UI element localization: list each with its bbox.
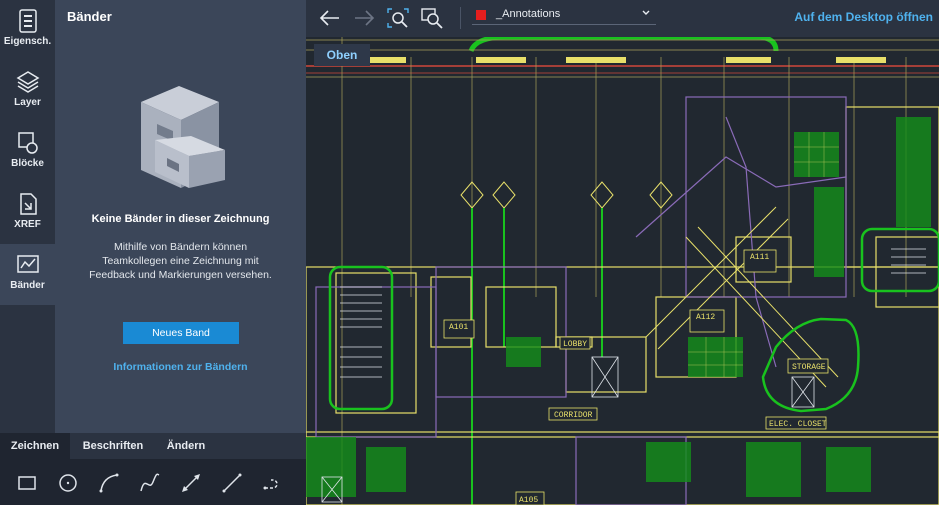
- xref-icon: [19, 193, 37, 215]
- room-label-lobby: LOBBY: [563, 340, 587, 349]
- arc-icon[interactable]: [98, 472, 120, 494]
- drawing-canvas[interactable]: Oben A101 A111 A112 A105 LOBBY CORRIDOR …: [306, 37, 939, 505]
- new-band-button[interactable]: Neues Band: [123, 322, 239, 344]
- top-toolbar: _Annotations Auf dem Desktop öffnen: [306, 0, 939, 37]
- left-rail: Eigensch. Layer Blöcke XREF Bänder: [0, 0, 55, 433]
- polyline-icon[interactable]: [262, 472, 284, 494]
- file-cabinet-illustration: [141, 86, 225, 188]
- floor-plan[interactable]: Oben A101 A111 A112 A105 LOBBY CORRIDOR …: [306, 37, 939, 505]
- redo-icon[interactable]: [352, 7, 376, 29]
- tab-annotate[interactable]: Beschriften: [70, 433, 156, 459]
- drawing-tools: Zeichnen Beschriften Ändern: [0, 433, 306, 505]
- room-label-a105: A105: [519, 496, 538, 505]
- zoom-extents-icon[interactable]: [386, 7, 410, 29]
- rail-label-layers: Layer: [14, 97, 41, 108]
- rail-item-traces[interactable]: Bänder: [0, 244, 55, 305]
- traces-icon: [16, 255, 39, 273]
- rectangle-icon[interactable]: [16, 472, 38, 494]
- chevron-down-icon: [642, 10, 650, 15]
- open-on-desktop-link[interactable]: Auf dem Desktop öffnen: [794, 10, 933, 24]
- properties-icon: [18, 9, 37, 33]
- line-icon[interactable]: [221, 472, 243, 494]
- tab-draw[interactable]: Zeichnen: [0, 433, 70, 459]
- toolbar-divider: [460, 7, 461, 29]
- room-label-a112: A112: [696, 313, 715, 322]
- room-label-storage: STORAGE: [792, 363, 826, 372]
- rail-label-xref: XREF: [14, 219, 41, 230]
- tool-tabs: Zeichnen Beschriften Ändern: [0, 433, 306, 459]
- rail-item-properties[interactable]: Eigensch.: [0, 0, 55, 61]
- circle-icon[interactable]: [57, 472, 79, 494]
- rail-label-traces: Bänder: [10, 280, 45, 291]
- room-label-corridor: CORRIDOR: [554, 411, 593, 420]
- undo-icon[interactable]: [318, 7, 342, 29]
- tool-icon-row: [0, 459, 306, 505]
- layer-name: _Annotations: [496, 8, 561, 20]
- layers-icon: [16, 71, 39, 93]
- view-label[interactable]: Oben: [327, 48, 358, 62]
- layer-dropdown[interactable]: _Annotations: [472, 5, 656, 25]
- rail-label-blocks: Blöcke: [11, 158, 44, 169]
- rail-item-blocks[interactable]: Blöcke: [0, 122, 55, 183]
- traces-panel: Bänder Keine Bänder in dieser Zeichnung …: [55, 0, 306, 433]
- blocks-icon: [17, 132, 38, 154]
- room-label-a111: A111: [750, 253, 769, 262]
- rail-label-properties: Eigensch.: [3, 36, 52, 47]
- empty-state-description: Mithilfe von Bändern können Teamkollegen…: [89, 241, 272, 281]
- measure-icon[interactable]: [180, 472, 202, 494]
- zoom-window-icon[interactable]: [420, 7, 444, 29]
- tab-modify[interactable]: Ändern: [156, 433, 216, 459]
- panel-title: Bänder: [67, 9, 112, 24]
- info-link[interactable]: Informationen zur Bändern: [55, 361, 306, 373]
- rail-item-layers[interactable]: Layer: [0, 61, 55, 122]
- empty-state-title: Keine Bänder in dieser Zeichnung: [91, 213, 270, 225]
- room-label-a101: A101: [449, 323, 468, 332]
- room-label-elec-closet: ELEC. CLOSET: [769, 420, 827, 429]
- spline-icon[interactable]: [139, 472, 161, 494]
- rail-item-xref[interactable]: XREF: [0, 183, 55, 244]
- layer-color-swatch: [476, 10, 486, 20]
